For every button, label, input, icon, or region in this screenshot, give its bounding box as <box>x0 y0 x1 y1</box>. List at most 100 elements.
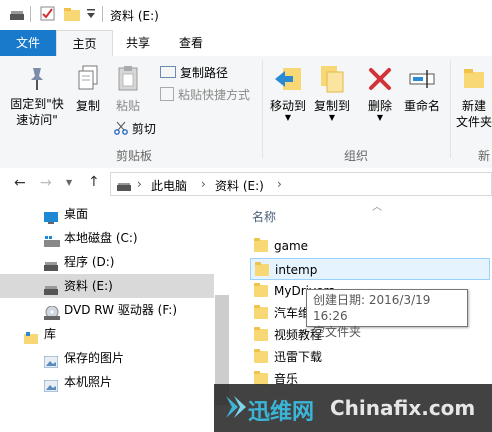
tab-share[interactable]: 共享 <box>114 30 162 56</box>
paste-shortcut-button[interactable]: 粘贴快捷方式 <box>160 86 250 104</box>
delete-dropdown-icon: ▼ <box>376 113 384 122</box>
recent-dropdown-icon[interactable]: ▼ <box>66 178 72 187</box>
move-to-label: 移动到 <box>269 99 306 113</box>
tab-file[interactable]: 文件 <box>0 30 56 56</box>
sidebar-item-drive-e[interactable]: 资料 (E:) <box>0 274 214 298</box>
pin-icon <box>23 68 51 95</box>
file-name: intemp <box>275 263 318 277</box>
rename-button[interactable]: 重命名 <box>400 64 444 114</box>
column-header-name[interactable]: 名称 <box>252 208 276 225</box>
up-arrow-icon[interactable]: ↑ <box>88 174 100 190</box>
sidebar-item-drive-c[interactable]: 本地磁盘 (C:) <box>0 226 214 250</box>
sidebar-item-label: 保存的图片 <box>64 351 125 365</box>
new-group-label: 新 <box>478 149 491 163</box>
sidebar-item-desktop[interactable]: 桌面 <box>0 202 214 226</box>
copy-icon <box>74 65 102 97</box>
watermark-site: Chinafix.com <box>330 396 476 420</box>
clipboard-icon <box>115 66 141 97</box>
pin-label-line2: 速访问" <box>16 113 58 127</box>
qa-separator <box>30 6 31 22</box>
new-folder-icon <box>459 69 489 97</box>
rename-label: 重命名 <box>403 99 440 113</box>
cut-label: 剪切 <box>131 122 156 136</box>
drive-icon <box>117 180 131 194</box>
breadcrumb-this-pc[interactable]: 此电脑 <box>151 177 187 194</box>
ribbon-tab-bar: 文件 主页 共享 查看 <box>0 30 492 57</box>
tab-home[interactable]: 主页 <box>56 30 113 57</box>
sidebar-item-camera-roll[interactable]: 本机照片 <box>0 370 214 394</box>
drive-icon[interactable] <box>10 10 24 24</box>
sidebar-item-drive-d[interactable]: 程序 (D:) <box>0 250 214 274</box>
copy-button[interactable]: 复制 <box>70 64 106 114</box>
copy-to-button[interactable]: 复制到 ▼ <box>310 64 354 122</box>
scissors-icon <box>114 121 132 136</box>
title-bar: 资料 (E:) <box>0 0 492 30</box>
new-folder-label-line1: 新建 <box>461 99 486 113</box>
ribbon: 固定到"快 速访问" 复制 粘贴 复制路径 粘贴快捷方式 剪切 剪贴板 移动到 … <box>0 56 492 169</box>
navigation-pane: 桌面 本地磁盘 (C:) 程序 (D:) 资料 (E:) DVD RW 驱动器 … <box>0 200 230 432</box>
copy-label: 复制 <box>75 99 100 113</box>
delete-x-icon <box>365 68 395 97</box>
clipboard-group-label: 剪贴板 <box>116 149 153 163</box>
move-to-dropdown-icon: ▼ <box>284 113 292 122</box>
paste-label: 粘贴 <box>115 99 140 113</box>
folder-icon <box>254 283 268 297</box>
copy-to-dropdown-icon: ▼ <box>328 113 336 122</box>
sidebar-item-libraries[interactable]: 库 <box>0 322 214 346</box>
file-name: 迅雷下载 <box>274 350 323 364</box>
sidebar-item-label: 本机照片 <box>64 375 113 389</box>
move-to-button[interactable]: 移动到 ▼ <box>266 64 310 122</box>
copy-path-button[interactable]: 复制路径 <box>160 64 228 82</box>
navigation-bar: ← → ▼ ↑ › 此电脑 › 资料 (E:) › <box>0 168 492 200</box>
site-watermark: 迅维网 Chinafix.com <box>214 384 492 432</box>
folder-icon <box>254 327 268 341</box>
window-title: 资料 (E:) <box>110 9 159 23</box>
address-bar[interactable]: › 此电脑 › 资料 (E:) › <box>110 172 492 196</box>
sidebar-item-label: 库 <box>44 327 57 341</box>
rename-icon <box>407 70 437 97</box>
folder-tooltip: 创建日期: 2016/3/19 16:26 空文件夹 <box>306 289 468 339</box>
sort-chevron-up-icon: ︿ <box>372 202 382 213</box>
file-row[interactable]: game <box>250 235 490 257</box>
sidebar-item-saved-pictures[interactable]: 保存的图片 <box>0 346 214 370</box>
pictures-icon <box>43 376 59 400</box>
folder-icon <box>254 305 268 319</box>
delete-button[interactable]: 删除 ▼ <box>362 64 398 122</box>
back-arrow-icon[interactable]: ← <box>14 175 26 191</box>
folder-icon <box>255 262 269 276</box>
ribbon-separator <box>450 60 451 158</box>
folder-icon <box>254 349 268 363</box>
ribbon-separator <box>262 60 263 158</box>
new-folder-qa-icon[interactable] <box>64 7 80 24</box>
organize-group-label: 组织 <box>344 149 369 163</box>
tab-view[interactable]: 查看 <box>166 30 216 56</box>
paste-shortcut-label: 粘贴快捷方式 <box>178 88 251 102</box>
forward-arrow-icon[interactable]: → <box>40 175 52 191</box>
sidebar-item-label: 程序 (D:) <box>64 255 115 269</box>
watermark-logo-icon <box>226 396 246 421</box>
pin-label-line1: 固定到"快 <box>10 97 64 111</box>
file-row[interactable]: intemp <box>250 258 490 280</box>
watermark-brand: 迅维网 <box>248 400 315 425</box>
file-row[interactable]: 迅雷下载 <box>250 346 490 368</box>
breadcrumb-drive-e[interactable]: 资料 (E:) <box>215 177 264 194</box>
tooltip-empty-folder: 空文件夹 <box>313 325 362 339</box>
sidebar-item-dvd-drive[interactable]: DVD RW 驱动器 (F:) <box>0 298 214 322</box>
breadcrumb-chevron-icon[interactable]: › <box>277 177 282 191</box>
properties-check-icon[interactable] <box>40 6 56 25</box>
paste-button[interactable]: 粘贴 <box>110 64 146 114</box>
move-to-icon <box>273 68 303 97</box>
file-name: 汽车维 <box>274 306 311 320</box>
title-separator <box>102 6 103 22</box>
cut-button[interactable]: 剪切 <box>114 120 156 138</box>
sidebar-item-label: 资料 (E:) <box>64 279 113 293</box>
breadcrumb-chevron-icon[interactable]: › <box>137 177 142 191</box>
pin-quick-access-button[interactable]: 固定到"快 速访问" <box>6 64 68 128</box>
folder-icon <box>254 238 268 252</box>
tooltip-created-date: 创建日期: 2016/3/19 16:26 <box>313 293 431 323</box>
breadcrumb-chevron-icon[interactable]: › <box>201 177 206 191</box>
sidebar-item-label: 桌面 <box>64 207 89 221</box>
copy-to-icon <box>317 66 347 97</box>
qa-customize-icon[interactable] <box>86 8 96 23</box>
new-folder-button[interactable]: 新建 文件夹 <box>452 64 492 130</box>
